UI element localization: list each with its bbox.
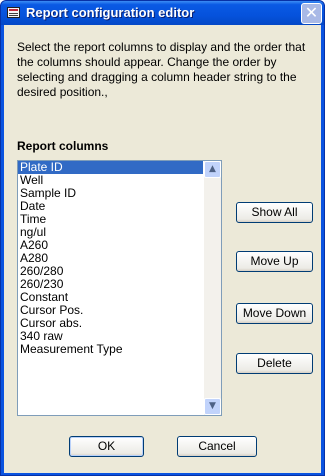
- list-item[interactable]: Plate ID: [18, 161, 203, 174]
- list-scrollbar[interactable]: ▲ ▼: [204, 161, 221, 415]
- cancel-button[interactable]: Cancel: [177, 436, 257, 457]
- list-item[interactable]: Sample ID: [18, 187, 203, 200]
- ok-button[interactable]: OK: [69, 436, 144, 457]
- scroll-up-arrow-icon: ▲: [209, 164, 216, 174]
- delete-button[interactable]: Delete: [236, 353, 313, 374]
- scroll-up-button[interactable]: ▲: [204, 161, 221, 178]
- window-title: Report configuration editor: [26, 5, 195, 20]
- list-item[interactable]: Measurement Type: [18, 343, 203, 356]
- report-app-icon: [7, 7, 20, 18]
- report-columns-list[interactable]: Plate ID Well Sample ID Date Time ng/ul A260 A2…: [17, 160, 222, 416]
- move-down-button[interactable]: Move Down: [236, 303, 313, 324]
- move-up-button[interactable]: Move Up: [236, 251, 313, 272]
- report-config-window: Report configuration editor ✕ Select the…: [0, 0, 325, 476]
- close-icon: ✕: [304, 3, 319, 22]
- instructions-text: Select the report columns to display and…: [17, 40, 306, 99]
- show-all-button[interactable]: Show All: [236, 202, 313, 223]
- dialog-body: Select the report columns to display and…: [4, 25, 321, 473]
- list-items: Plate ID Well Sample ID Date Time ng/ul A260 A2…: [18, 161, 203, 356]
- report-columns-heading: Report columns: [17, 139, 109, 153]
- scroll-down-arrow-icon: ▼: [209, 401, 216, 411]
- title-bar[interactable]: Report configuration editor ✕: [1, 1, 324, 25]
- close-button[interactable]: ✕: [301, 3, 322, 24]
- scroll-down-button[interactable]: ▼: [204, 398, 221, 415]
